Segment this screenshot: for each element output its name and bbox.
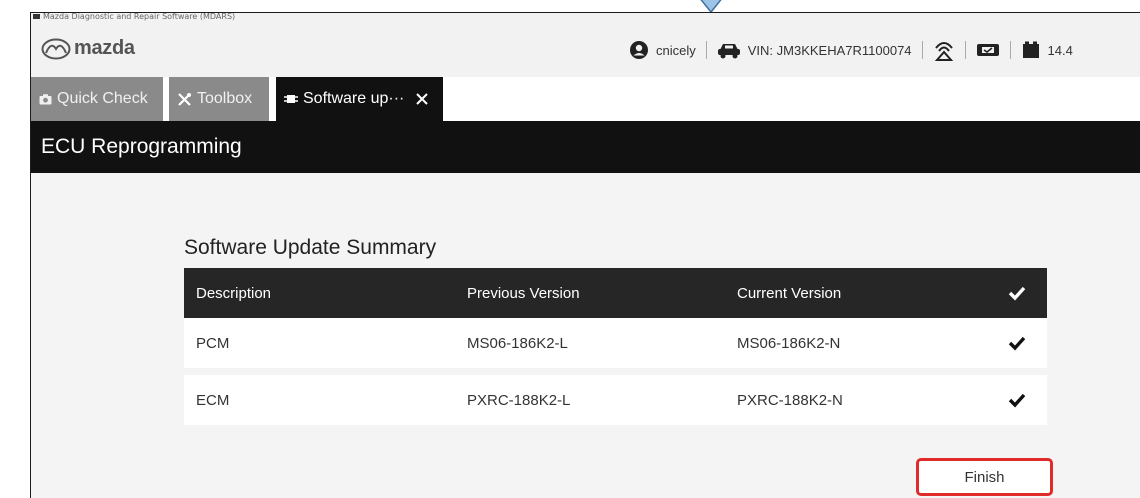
column-header-previous-version: Previous Version <box>467 284 580 302</box>
mazda-logo: mazda <box>41 37 135 60</box>
table-row: PCM MS06-186K2-L MS06-186K2-N <box>184 318 1047 368</box>
battery-icon <box>1022 41 1039 58</box>
table-header: Description Previous Version Current Ver… <box>184 268 1047 318</box>
column-header-current-version: Current Version <box>737 284 842 302</box>
row-current-version: MS06-186K2-N <box>737 334 841 352</box>
tab-bar: Quick Check Toolbox Software up··· <box>31 77 1140 121</box>
tab-quick-check-label: Quick Check <box>57 90 148 107</box>
column-header-description: Description <box>196 284 272 302</box>
tab-quick-check[interactable]: Quick Check <box>31 77 163 121</box>
page-header: ECU Reprogramming <box>31 121 1140 173</box>
vci-device-icon <box>976 44 999 56</box>
logo-text: mazda <box>74 37 135 59</box>
check-all-icon <box>1008 286 1026 301</box>
car-icon <box>717 44 740 59</box>
app-window: Mazda Diagnostic and Repair Software (MD… <box>30 12 1140 498</box>
tools-icon <box>178 92 191 106</box>
user-name: cnicely <box>656 42 696 58</box>
row-description: ECM <box>196 391 230 409</box>
top-bar: Mazda Diagnostic and Repair Software (MD… <box>31 13 1140 77</box>
window-title: Mazda Diagnostic and Repair Software (MD… <box>33 13 235 21</box>
summary-title: Software Update Summary <box>184 236 437 259</box>
finish-button[interactable]: Finish <box>916 458 1053 496</box>
vin-text: VIN: JM3KKEHA7R1100074 <box>747 42 912 58</box>
mazda-emblem-icon <box>41 38 71 59</box>
check-icon <box>1008 336 1026 351</box>
camera-icon <box>39 93 52 104</box>
summary-table: Description Previous Version Current Ver… <box>184 268 1047 425</box>
battery-voltage: 14.4 <box>1047 42 1073 58</box>
tab-software-update[interactable]: Software up··· <box>276 77 443 121</box>
connection-icon <box>934 42 953 61</box>
tab-toolbox-label: Toolbox <box>197 90 253 107</box>
table-row: ECM PXRC-188K2-L PXRC-188K2-N <box>184 375 1047 425</box>
ecu-chip-icon <box>284 95 298 103</box>
row-current-version: PXRC-188K2-N <box>737 391 843 409</box>
page-title: ECU Reprogramming <box>41 135 242 158</box>
row-previous-version: MS06-186K2-L <box>467 334 568 352</box>
row-previous-version: PXRC-188K2-L <box>467 391 571 409</box>
tab-toolbox[interactable]: Toolbox <box>169 77 269 121</box>
tab-software-update-label: Software up··· <box>303 90 405 107</box>
status-bar: cnicely VIN: JM3KKEHA7R1100074 14.4 <box>629 37 1073 63</box>
main-content: Software Update Summary Description Prev… <box>31 173 1140 498</box>
close-tab-icon[interactable] <box>415 92 429 106</box>
row-description: PCM <box>196 334 230 352</box>
check-icon <box>1008 393 1026 408</box>
user-icon <box>630 41 648 59</box>
